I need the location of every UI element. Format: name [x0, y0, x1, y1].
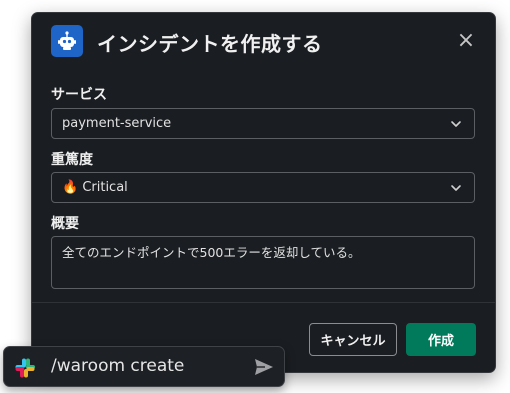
summary-label: 概要 [51, 216, 79, 232]
chevron-down-icon [451, 121, 461, 127]
close-icon[interactable]: × [455, 30, 477, 52]
severity-value: 🔥 Critical [62, 180, 128, 195]
service-select[interactable]: payment-service [51, 108, 475, 139]
message-composer[interactable]: /waroom create [3, 346, 285, 387]
footer-divider [32, 302, 495, 303]
create-incident-dialog: インシデントを作成する × サービス payment-service 重篤度 🔥… [31, 12, 496, 373]
slack-logo-icon [15, 358, 35, 378]
dialog-header: インシデントを作成する × [32, 13, 495, 71]
cancel-button[interactable]: キャンセル [309, 323, 397, 356]
slash-command-text: /waroom create [51, 356, 185, 376]
send-icon[interactable] [254, 358, 274, 376]
summary-textarea[interactable]: 全てのエンドポイントで500エラーを返却している。 [51, 236, 475, 289]
service-value: payment-service [62, 116, 172, 131]
robot-icon [51, 25, 83, 57]
severity-label: 重篤度 [51, 152, 93, 168]
create-button[interactable]: 作成 [406, 323, 476, 356]
service-label: サービス [51, 87, 107, 103]
severity-select[interactable]: 🔥 Critical [51, 172, 475, 203]
dialog-title: インシデントを作成する [97, 32, 323, 56]
chevron-down-icon [451, 185, 461, 191]
